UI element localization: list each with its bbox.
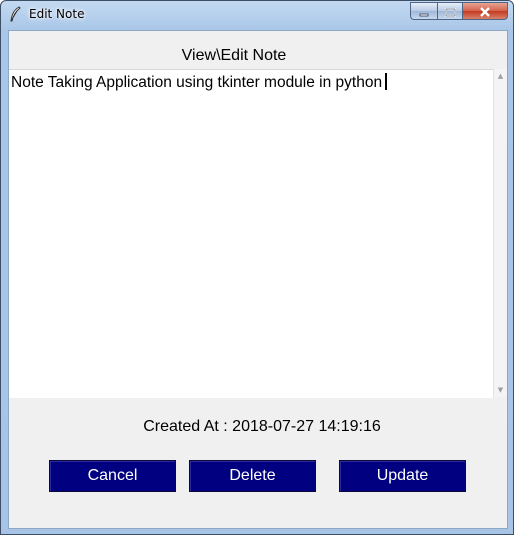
edit-note-window: Edit Note View\Edit Note Note Taking App… bbox=[0, 0, 514, 535]
minimize-icon bbox=[419, 2, 429, 21]
note-text-area[interactable]: Note Taking Application using tkinter mo… bbox=[9, 69, 493, 398]
vertical-scrollbar[interactable]: ▲ ▼ bbox=[493, 69, 507, 397]
caption-buttons bbox=[410, 2, 508, 20]
maximize-button[interactable] bbox=[437, 2, 463, 20]
delete-button[interactable]: Delete bbox=[189, 460, 316, 492]
title-bar[interactable]: Edit Note bbox=[1, 1, 513, 29]
note-text: Note Taking Application using tkinter mo… bbox=[11, 73, 388, 92]
created-at-label: Created At : 2018-07-27 14:19:16 bbox=[143, 418, 381, 435]
text-cursor bbox=[385, 73, 388, 90]
close-button[interactable] bbox=[463, 2, 508, 20]
scroll-up-arrow-icon[interactable]: ▲ bbox=[494, 69, 507, 83]
update-button[interactable]: Update bbox=[339, 460, 466, 492]
feather-icon bbox=[8, 6, 22, 22]
page-title: View\Edit Note bbox=[181, 47, 287, 64]
scroll-down-arrow-icon[interactable]: ▼ bbox=[494, 383, 507, 397]
close-icon bbox=[479, 2, 491, 21]
client-area: View\Edit Note Note Taking Application u… bbox=[8, 30, 508, 529]
minimize-button[interactable] bbox=[410, 2, 437, 20]
maximize-icon bbox=[444, 2, 456, 21]
cancel-button[interactable]: Cancel bbox=[49, 460, 176, 492]
window-title: Edit Note bbox=[29, 7, 85, 21]
